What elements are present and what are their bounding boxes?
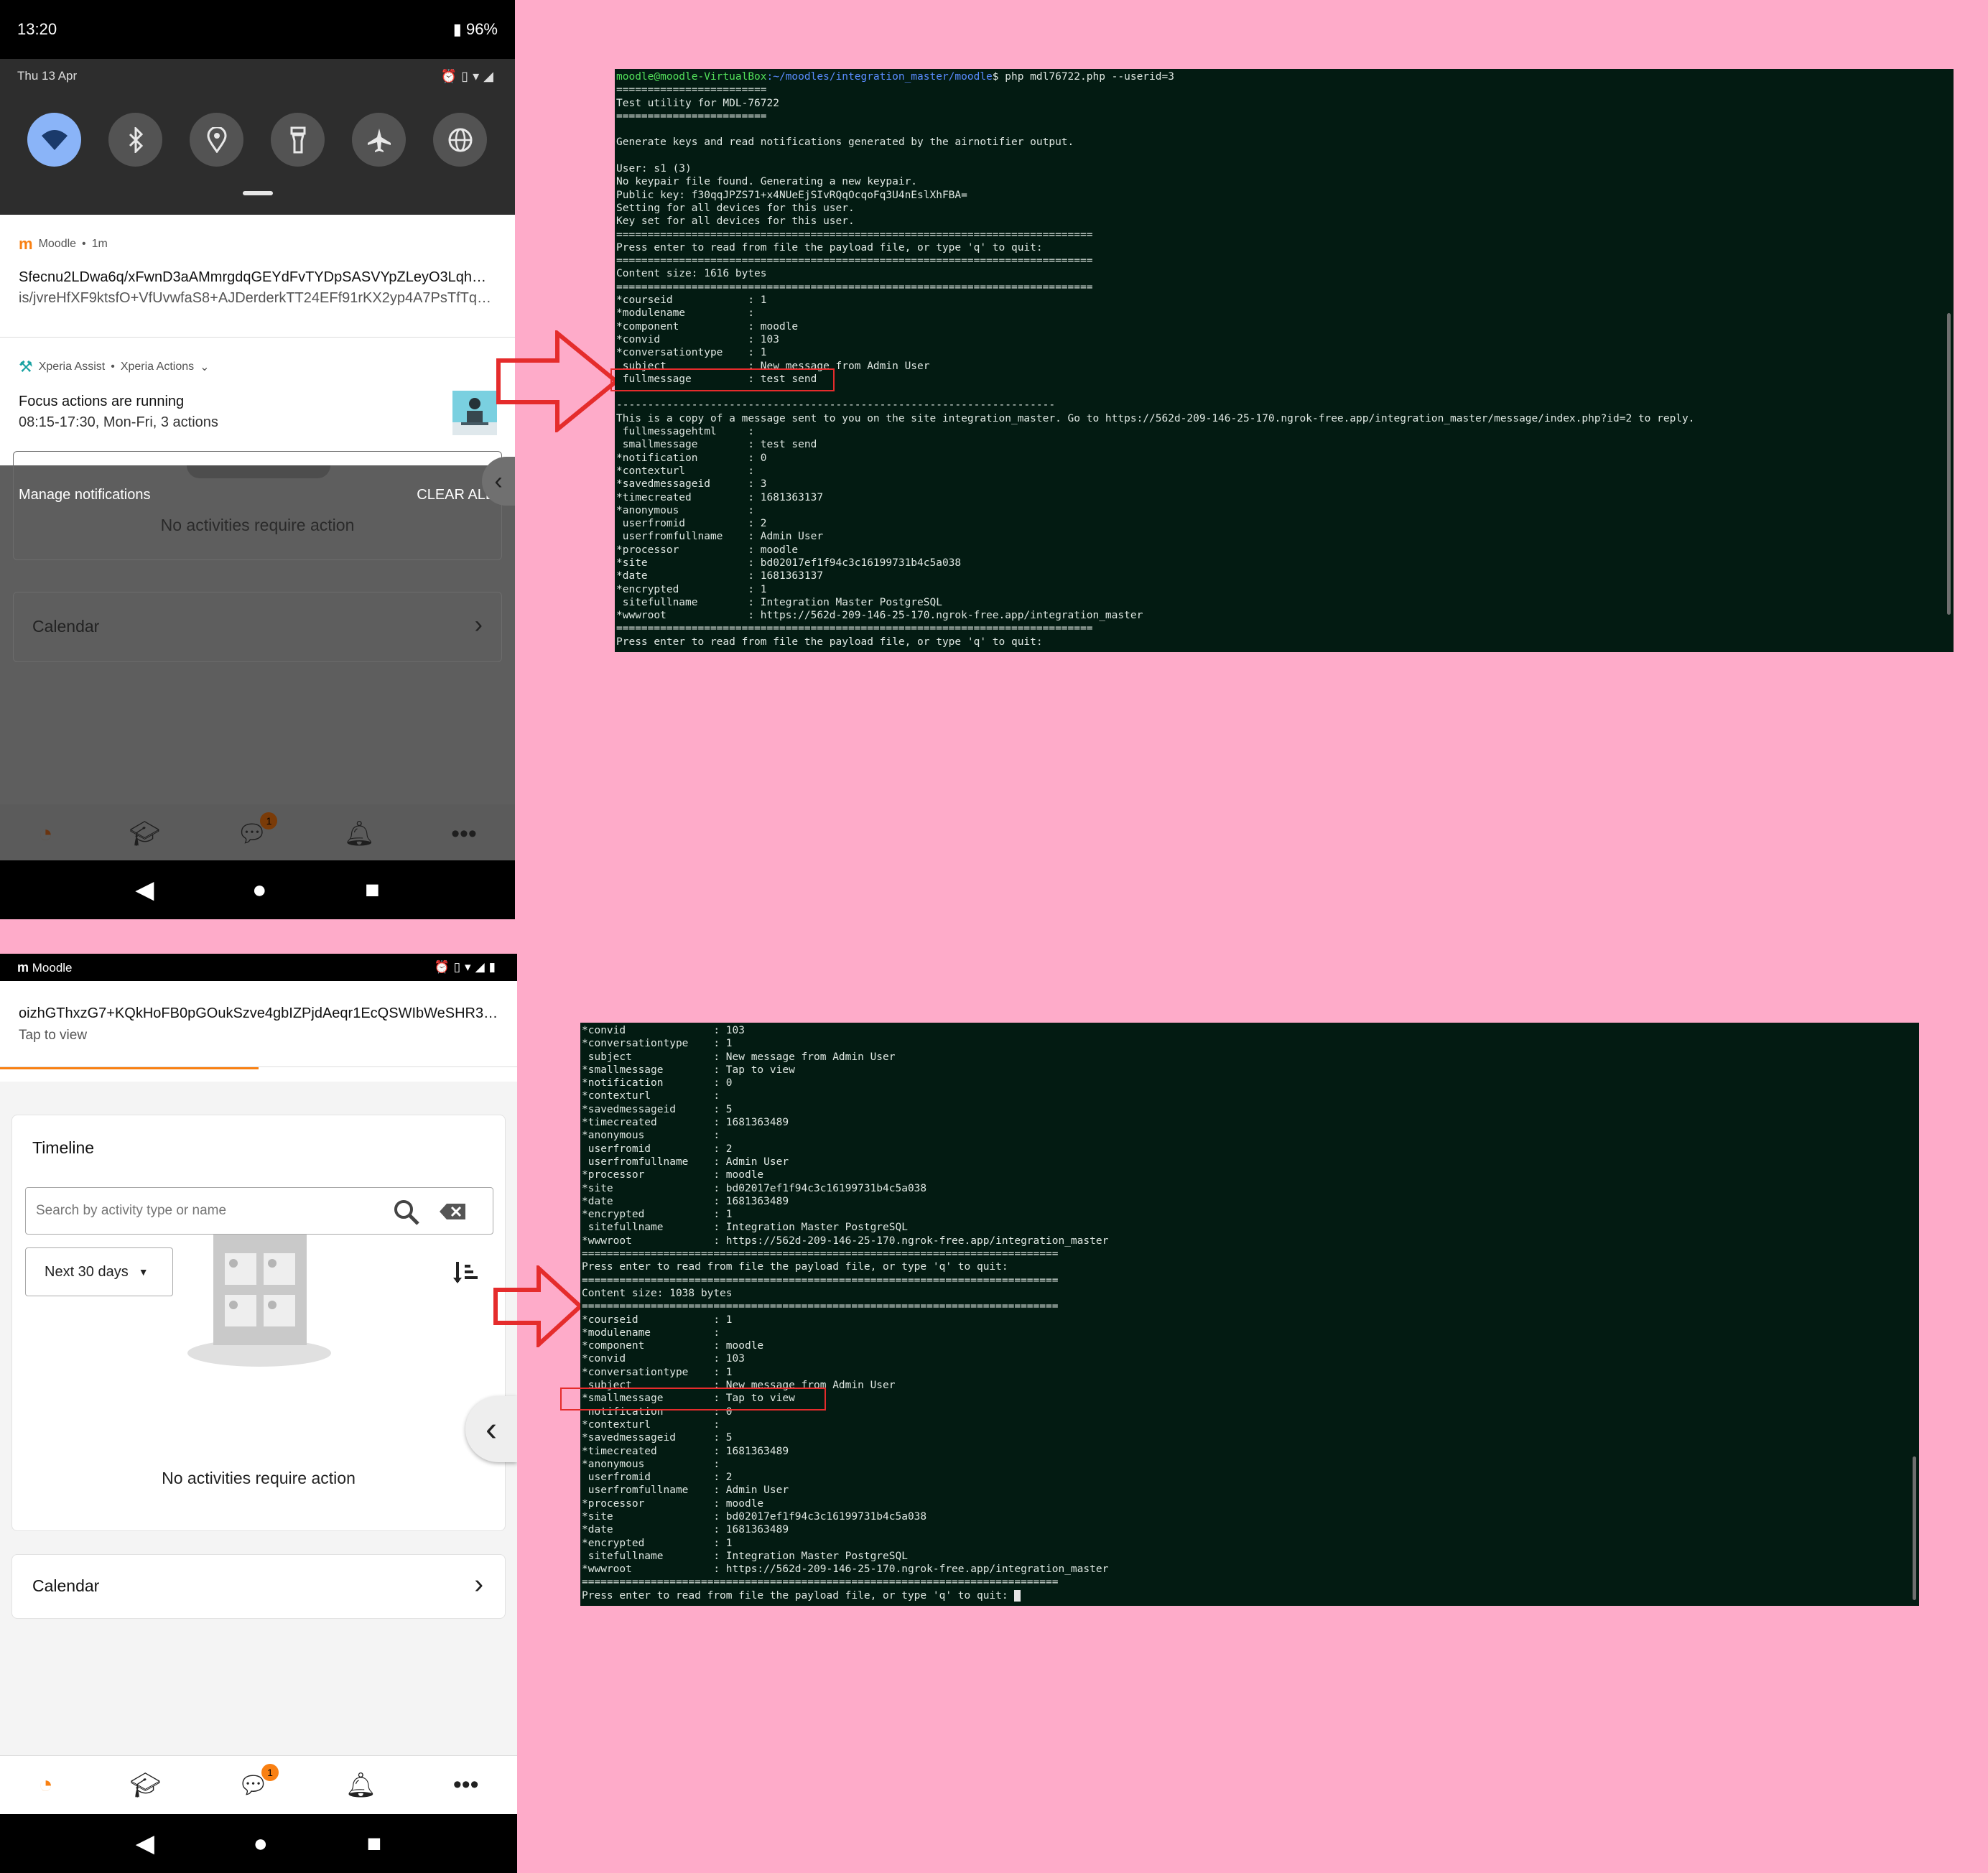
moodle-logo-icon: m (19, 235, 33, 253)
prompt-path: :~/moodles/integration_master/moodle (766, 71, 993, 83)
back-icon[interactable]: ◀ (136, 1829, 154, 1858)
location-icon[interactable] (190, 113, 243, 167)
panel-drag-handle[interactable] (243, 191, 273, 195)
xperia-assist-icon: ⚒ (19, 358, 33, 376)
messages-badge: 1 (261, 1763, 279, 1781)
terminal-window-1: moodle@moodle-VirtualBox:~/moodles/integ… (615, 69, 1954, 652)
calendar-label: Calendar (32, 1576, 100, 1595)
battery-indicator: ▮ 96% (452, 20, 498, 38)
dashboard-icon[interactable]: ◔ (38, 1771, 53, 1799)
search-input[interactable] (36, 1198, 381, 1224)
clear-search-icon[interactable] (438, 1202, 467, 1221)
empty-illustration (187, 465, 330, 478)
courses-icon[interactable]: 🎓︎ (130, 1771, 161, 1800)
dimmed-app-content: Manage notifications CLEAR ALL No activi… (0, 451, 515, 804)
heads-up-notification[interactable]: oizhGThxzG7+KQkHoFB0pGOukSzve4gbIZPjdAeq… (0, 981, 517, 1067)
clock: 13:20 (17, 20, 57, 38)
messages-icon[interactable]: 💬︎ 1 (236, 812, 278, 848)
airplane-icon[interactable] (352, 113, 406, 167)
notification-title: Focus actions are running (19, 394, 185, 409)
status-icons: ⏰▯▾◢▮ (434, 960, 500, 974)
home-icon[interactable]: ● (252, 876, 267, 904)
notification-title: oizhGThxzG7+KQkHoFB0pGOukSzve4gbIZPjdAeq… (19, 1005, 498, 1021)
android-nav-bar: ◀ ● ■ (0, 1814, 517, 1873)
battery-level: 96% (465, 20, 498, 38)
chevron-down-icon[interactable]: ⌄ (200, 360, 209, 374)
notifications-bell-icon[interactable]: 🔔︎ (345, 1771, 376, 1800)
notification-app-name: Moodle (38, 238, 77, 250)
prompt-user: moodle@moodle-VirtualBox (616, 71, 767, 83)
pointer-arrow-icon (496, 330, 620, 432)
terminal-output: *convid : 103 *conversationtype : 1 subj… (582, 1025, 1109, 1602)
back-icon[interactable]: ◀ (135, 875, 154, 904)
terminal-scrollbar[interactable] (1913, 1456, 1916, 1600)
quick-tiles (27, 113, 487, 167)
quick-settings-panel: Thu 13 Apr ⏰▯▾◢ (0, 59, 515, 215)
dashboard-icon[interactable]: ◔ (38, 820, 53, 848)
date-filter-dropdown[interactable]: Next 30 days ▼ (25, 1247, 173, 1296)
clear-all-button[interactable]: CLEAR ALL (417, 487, 493, 503)
terminal-scrollbar[interactable] (1947, 313, 1951, 615)
terminal-cursor: _ (1014, 1589, 1021, 1602)
empty-state-text: No activities require action (160, 516, 355, 534)
status-bar: 13:20 ▮ 96% (0, 0, 515, 59)
chevron-right-icon: › (474, 1569, 483, 1599)
calendar-card[interactable]: Calendar › (13, 592, 502, 662)
notification-body: Tap to view (19, 1028, 88, 1043)
notifications-bell-icon[interactable]: 🔔︎ (344, 819, 375, 848)
timeline-search-field[interactable] (25, 1187, 493, 1235)
calendar-label: Calendar (32, 617, 100, 636)
caret-down-icon: ▼ (138, 1266, 149, 1278)
recents-icon[interactable]: ■ (367, 1830, 382, 1858)
more-icon[interactable]: ••• (453, 1771, 479, 1799)
xperia-notification[interactable]: ⚒ Xperia Assist • Xperia Actions ⌄ Focus… (0, 338, 515, 465)
empty-state-text: No activities require action (162, 1469, 356, 1487)
timeline-title: Timeline (32, 1138, 95, 1157)
notification-body: is/jvreHfXF9ktsfO+VfUvwfaS8+AJDerderkTT2… (19, 290, 496, 306)
timeline-card: Timeline Next 30 days ▼ No activities re… (11, 1115, 506, 1531)
phone-screenshot-notifications: 13:20 ▮ 96% Thu 13 Apr ⏰▯▾◢ m Moodle • 1… (0, 0, 515, 919)
focus-illustration-icon (452, 391, 497, 435)
terminal-output: ======================== Test utility fo… (616, 84, 1695, 648)
notification-channel: Xperia Actions (120, 361, 195, 373)
calendar-card[interactable]: Calendar › (11, 1554, 506, 1619)
manage-notifications-button[interactable]: Manage notifications (19, 487, 150, 503)
sort-icon[interactable] (453, 1260, 479, 1285)
messages-icon[interactable]: 💬︎ 1 (238, 1763, 279, 1800)
status-bar: m Moodle ⏰▯▾◢▮ (0, 954, 517, 981)
home-icon[interactable]: ● (254, 1830, 269, 1858)
search-icon[interactable] (392, 1198, 421, 1227)
qs-status-icons: ⏰▯▾◢ (440, 69, 498, 83)
terminal-window-2: *convid : 103 *conversationtype : 1 subj… (580, 1023, 1919, 1606)
notification-app-name: Xperia Assist (38, 361, 106, 373)
courses-icon[interactable]: 🎓︎ (129, 819, 160, 848)
android-nav-bar: ◀ ● ■ (0, 860, 515, 919)
recents-icon[interactable]: ■ (365, 876, 380, 904)
flashlight-icon[interactable] (271, 113, 325, 167)
more-icon[interactable]: ••• (451, 820, 477, 848)
notification-title: Sfecnu2LDwa6q/xFwnD3aAMmrgdqGEYdFvTYDpSA… (19, 269, 496, 285)
notification-age: 1m (91, 238, 108, 250)
qs-date: Thu 13 Apr (17, 69, 78, 83)
moodle-notification[interactable]: m Moodle • 1m Sfecnu2LDwa6q/xFwnD3aAMmrg… (0, 215, 515, 338)
phone-screenshot-moodle-app: m Moodle ⏰▯▾◢▮ oizhGThxzG7+KQkHoFB0pGOuk… (0, 954, 517, 1873)
bluetooth-icon[interactable] (108, 113, 162, 167)
globe-icon[interactable] (433, 113, 487, 167)
bottom-tab-bar: ◔ 🎓︎ 💬︎ 1 🔔︎ ••• (0, 1755, 517, 1814)
wifi-icon[interactable] (27, 113, 81, 167)
highlight-smallmessage (560, 1388, 826, 1410)
messages-badge: 1 (260, 812, 278, 829)
active-tab-indicator (0, 1067, 259, 1069)
moodle-logo-icon: m (17, 959, 29, 975)
highlight-fullmessage (610, 368, 835, 391)
pointer-arrow-icon (493, 1265, 584, 1347)
empty-timeline-illustration (213, 1235, 307, 1345)
status-app-name: Moodle (32, 960, 73, 975)
terminal-command: $ php mdl76722.php --userid=3 (992, 71, 1174, 83)
chevron-right-icon: › (474, 611, 483, 638)
notification-body: 08:15-17:30, Mon-Fri, 3 actions (19, 414, 218, 430)
date-filter-label: Next 30 days (45, 1263, 129, 1280)
bottom-tab-bar: ◔ 🎓︎ 💬︎ 1 🔔︎ ••• (0, 804, 515, 863)
